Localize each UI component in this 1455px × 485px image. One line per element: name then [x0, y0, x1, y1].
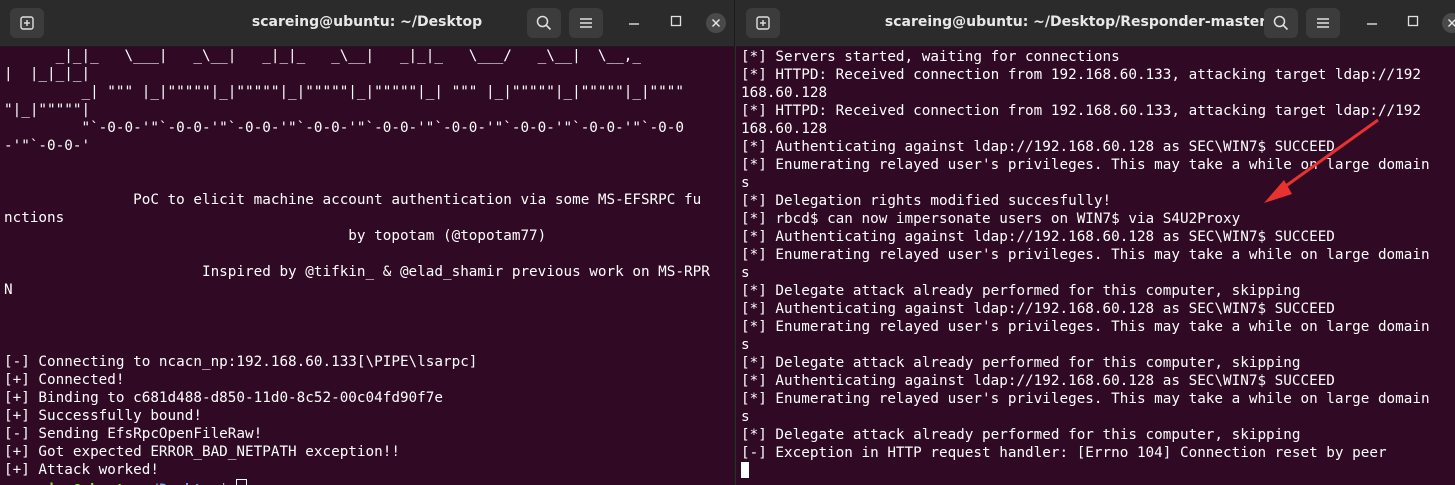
terminal-line: -'"`-0-0-' [4, 138, 91, 154]
titlebar-right[interactable]: scareing@ubuntu: ~/Desktop/Responder-mas… [736, 0, 1455, 47]
terminal-line: [*] Enumerating relayed user's privilege… [741, 319, 1430, 335]
terminal-window-right[interactable]: scareing@ubuntu: ~/Desktop/Responder-mas… [736, 0, 1455, 485]
terminal-line: [*] Delegate attack already performed fo… [741, 355, 1301, 371]
terminal-line: [*] Authenticating against ldap://192.16… [741, 301, 1335, 317]
terminal-line: by topotam (@topotam77) [4, 228, 547, 244]
terminal-line: [*] Enumerating relayed user's privilege… [741, 157, 1430, 173]
terminal-line: [*] Authenticating against ldap://192.16… [741, 139, 1335, 155]
terminal-line: [-] Sending EfsRpcOpenFileRaw! [4, 426, 263, 442]
terminal-line: [*] rbcd$ can now impersonate users on W… [741, 211, 1241, 227]
search-icon [536, 15, 552, 31]
terminal-line: [+] Successfully bound! [4, 408, 202, 424]
terminal-line: _|_|_ \___| _\__| _|_|_ _\__| _|_|_ \___… [4, 48, 641, 64]
cursor-line[interactable] [741, 462, 1455, 480]
maximize-button[interactable] [1403, 13, 1423, 33]
terminal-line: [*] Authenticating against ldap://192.16… [741, 373, 1335, 389]
terminal-line: [*] Enumerating relayed user's privilege… [741, 391, 1430, 407]
terminal-line: 168.60.128 [741, 85, 828, 101]
terminal-line: [*] Authenticating against ldap://192.16… [741, 229, 1335, 245]
hamburger-menu-icon [580, 18, 592, 28]
terminal-line: PoC to elicit machine account authentica… [4, 192, 702, 208]
terminal-line: Inspired by @tifkin_ & @elad_shamir prev… [4, 264, 710, 280]
close-icon [712, 19, 720, 27]
close-icon [1448, 19, 1455, 27]
terminal-line: [*] Delegate attack already performed fo… [741, 283, 1301, 299]
terminal-window-left[interactable]: scareing@ubuntu: ~/Desktop _|_|_ \___| _… [0, 0, 735, 485]
hamburger-menu-icon [1317, 18, 1329, 28]
terminal-output-left[interactable]: _|_|_ \___| _\__| _|_|_ _\__| _|_|_ \___… [4, 47, 734, 485]
terminal-line: [-] Exception in HTTP request handler: [… [741, 445, 1387, 461]
maximize-icon [1407, 15, 1419, 27]
terminal-line: s [741, 337, 750, 353]
shell-prompt[interactable]: scareing@ubuntu:~/Desktop$ [4, 479, 734, 485]
terminal-line: [+] Attack worked! [4, 462, 159, 478]
terminal-line: | |_|_|_| [4, 66, 91, 82]
terminal-line: "`-0-0-'"`-0-0-'"`-0-0-'"`-0-0-'"`-0-0-'… [4, 120, 684, 136]
terminal-line: 168.60.128 [741, 121, 828, 137]
terminal-line: [+] Binding to c681d488-d850-11d0-8c52-0… [4, 390, 443, 406]
terminal-line: [*] HTTPD: Received connection from 192.… [741, 103, 1421, 119]
terminal-line: nctions [4, 210, 65, 226]
terminal-output-right[interactable]: [*] Servers started, waiting for connect… [741, 48, 1455, 485]
maximize-icon [670, 15, 682, 27]
window-title: scareing@ubuntu: ~/Desktop/Responder-mas… [884, 14, 1267, 30]
search-icon [1273, 15, 1289, 31]
terminal-line: [+] Got expected ERROR_BAD_NETPATH excep… [4, 444, 400, 460]
terminal-line: "|_|"""""| [4, 102, 91, 118]
maximize-button[interactable] [666, 13, 686, 33]
terminal-line: N [4, 282, 13, 298]
search-button[interactable] [1264, 8, 1298, 38]
terminal-line: [-] Connecting to ncacn_np:192.168.60.13… [4, 354, 478, 370]
close-button[interactable] [706, 13, 726, 33]
text-cursor [741, 462, 749, 478]
text-cursor [236, 479, 248, 485]
terminal-line: [*] Servers started, waiting for connect… [741, 49, 1120, 65]
terminal-line: [+] Connected! [4, 372, 125, 388]
search-button[interactable] [527, 8, 561, 38]
terminal-line: [*] HTTPD: Received connection from 192.… [741, 67, 1421, 83]
minimize-icon [629, 23, 639, 25]
menu-button[interactable] [1306, 8, 1340, 38]
terminal-line: [*] Delegate attack already performed fo… [741, 427, 1301, 443]
terminal-line: s [741, 265, 750, 281]
titlebar-left[interactable]: scareing@ubuntu: ~/Desktop [0, 0, 734, 47]
terminal-line: [*] Enumerating relayed user's privilege… [741, 247, 1430, 263]
terminal-line: s [741, 409, 750, 425]
terminal-line: [*] Delegation rights modified succesful… [741, 193, 1112, 209]
close-button[interactable] [1442, 13, 1455, 33]
minimize-button[interactable] [624, 13, 644, 33]
minimize-button[interactable] [1362, 13, 1382, 33]
terminal-line: s [741, 175, 750, 191]
terminal-line: _| """ |_|"""""|_|"""""|_|"""""|_|"""""|… [4, 84, 684, 100]
menu-button[interactable] [569, 8, 603, 38]
minimize-icon [1367, 23, 1377, 25]
